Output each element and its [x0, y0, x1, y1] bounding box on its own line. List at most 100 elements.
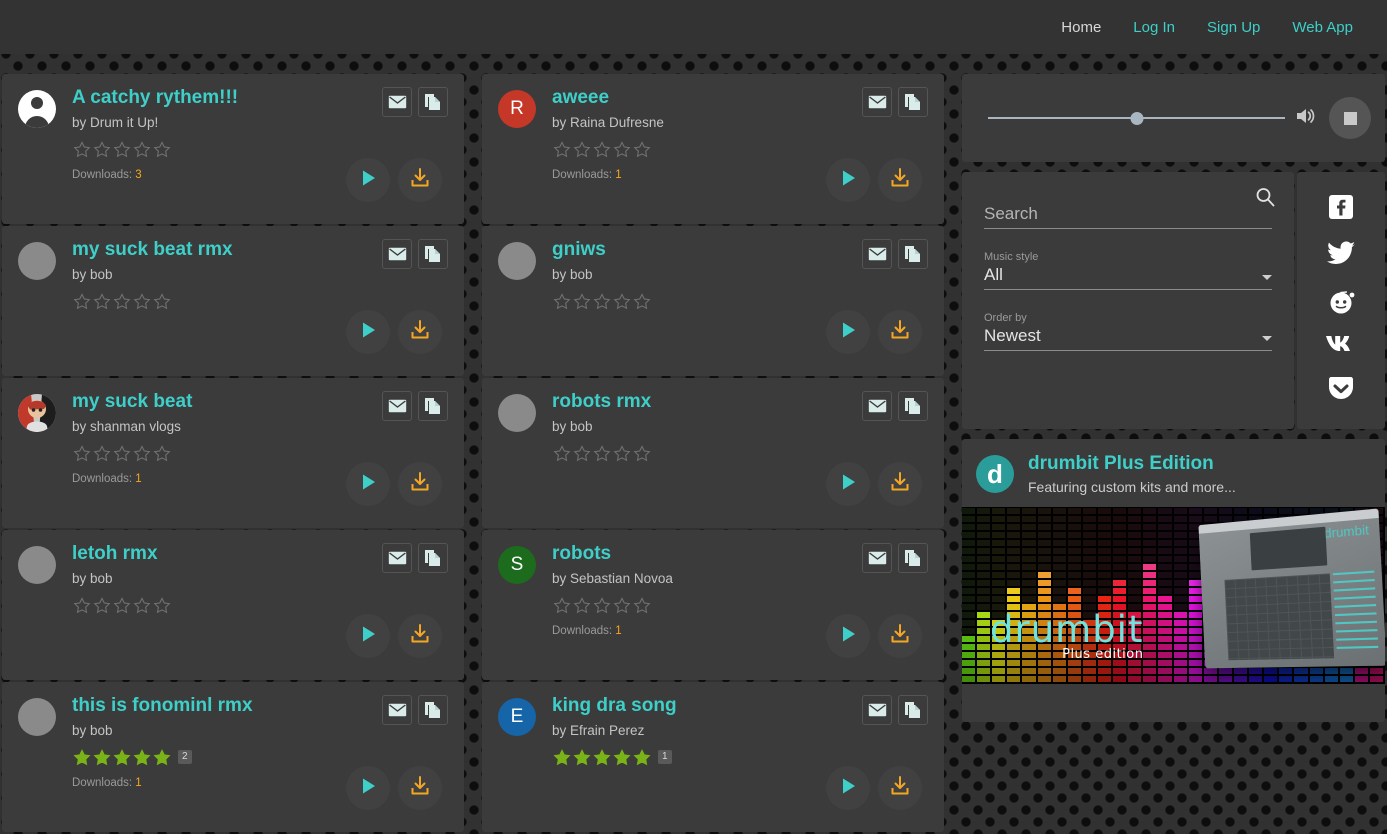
copy-button[interactable]	[418, 391, 448, 421]
order-by-field[interactable]: Order by Newest	[984, 312, 1272, 351]
play-button[interactable]	[826, 310, 870, 354]
star-icon[interactable]	[612, 293, 632, 310]
star-icon[interactable]	[632, 293, 652, 310]
play-button[interactable]	[346, 310, 390, 354]
star-icon[interactable]	[632, 749, 652, 766]
star-icon[interactable]	[92, 749, 112, 766]
star-icon[interactable]	[92, 445, 112, 462]
star-rating[interactable]	[72, 141, 448, 158]
download-button[interactable]	[398, 310, 442, 354]
track-card[interactable]: Eking dra song by Efrain Perez 1	[482, 682, 944, 832]
avatar[interactable]: R	[498, 90, 536, 128]
copy-button[interactable]	[898, 695, 928, 725]
star-icon[interactable]	[612, 749, 632, 766]
drumbit-ad-panel[interactable]: d drumbit Plus Edition Featuring custom …	[962, 439, 1385, 722]
download-button[interactable]	[398, 462, 442, 506]
star-icon[interactable]	[552, 293, 572, 310]
star-icon[interactable]	[152, 749, 172, 766]
nav-signup[interactable]: Sign Up	[1207, 19, 1260, 36]
track-card[interactable]: my suck beat by shanman vlogs Downloads: 1	[2, 378, 464, 528]
track-card[interactable]: robots rmx by bob	[482, 378, 944, 528]
star-icon[interactable]	[92, 293, 112, 310]
email-button[interactable]	[862, 87, 892, 117]
star-icon[interactable]	[612, 141, 632, 158]
star-icon[interactable]	[572, 597, 592, 614]
search-field[interactable]: Search	[984, 204, 1272, 229]
star-rating[interactable]	[72, 597, 448, 614]
star-icon[interactable]	[592, 749, 612, 766]
download-button[interactable]	[398, 158, 442, 202]
star-icon[interactable]	[592, 293, 612, 310]
star-icon[interactable]	[72, 445, 92, 462]
search-input[interactable]: Search	[984, 204, 1038, 224]
track-card[interactable]: Srobots by Sebastian Novoa Downloads: 1	[482, 530, 944, 680]
play-button[interactable]	[826, 766, 870, 810]
volume-slider-thumb[interactable]	[1130, 111, 1143, 125]
email-button[interactable]	[382, 543, 412, 573]
star-rating[interactable]: 1	[552, 749, 928, 766]
play-button[interactable]	[346, 766, 390, 810]
star-icon[interactable]	[152, 141, 172, 158]
download-button[interactable]	[878, 614, 922, 658]
copy-button[interactable]	[418, 239, 448, 269]
copy-button[interactable]	[418, 543, 448, 573]
star-rating[interactable]	[552, 597, 928, 614]
copy-button[interactable]	[898, 391, 928, 421]
star-icon[interactable]	[572, 141, 592, 158]
track-card[interactable]: gniws by bob	[482, 226, 944, 376]
nav-login[interactable]: Log In	[1133, 19, 1175, 36]
twitter-icon[interactable]	[1326, 241, 1356, 272]
download-button[interactable]	[878, 158, 922, 202]
volume-slider[interactable]	[988, 109, 1285, 127]
play-button[interactable]	[346, 614, 390, 658]
star-rating[interactable]	[72, 445, 448, 462]
avatar[interactable]	[498, 394, 536, 432]
star-icon[interactable]	[572, 293, 592, 310]
avatar[interactable]	[498, 242, 536, 280]
star-icon[interactable]	[72, 141, 92, 158]
play-button[interactable]	[826, 462, 870, 506]
avatar[interactable]	[18, 90, 56, 128]
track-card[interactable]: Raweee by Raina Dufresne Downloads: 1	[482, 74, 944, 224]
email-button[interactable]	[862, 391, 892, 421]
play-button[interactable]	[826, 614, 870, 658]
star-icon[interactable]	[612, 445, 632, 462]
star-icon[interactable]	[592, 445, 612, 462]
star-icon[interactable]	[612, 597, 632, 614]
star-icon[interactable]	[552, 445, 572, 462]
star-icon[interactable]	[132, 749, 152, 766]
email-button[interactable]	[382, 695, 412, 725]
music-style-select[interactable]: All	[984, 265, 1272, 290]
ad-title[interactable]: drumbit Plus Edition	[1028, 453, 1236, 475]
play-button[interactable]	[346, 158, 390, 202]
star-rating[interactable]	[552, 293, 928, 310]
email-button[interactable]	[382, 391, 412, 421]
star-icon[interactable]	[152, 597, 172, 614]
star-icon[interactable]	[552, 141, 572, 158]
star-icon[interactable]	[552, 597, 572, 614]
reddit-icon[interactable]	[1326, 286, 1356, 319]
star-icon[interactable]	[152, 445, 172, 462]
avatar[interactable]	[18, 546, 56, 584]
star-icon[interactable]	[632, 597, 652, 614]
star-rating[interactable]: 2	[72, 749, 448, 766]
avatar[interactable]	[18, 242, 56, 280]
star-rating[interactable]	[552, 141, 928, 158]
copy-button[interactable]	[418, 87, 448, 117]
star-icon[interactable]	[72, 597, 92, 614]
pocket-icon[interactable]	[1326, 374, 1356, 409]
avatar[interactable]: E	[498, 698, 536, 736]
volume-icon[interactable]	[1295, 106, 1317, 131]
download-button[interactable]	[878, 310, 922, 354]
star-icon[interactable]	[592, 597, 612, 614]
download-button[interactable]	[398, 766, 442, 810]
track-card[interactable]: A catchy rythem!!! by Drum it Up! Download…	[2, 74, 464, 224]
avatar[interactable]	[18, 698, 56, 736]
star-icon[interactable]	[112, 445, 132, 462]
star-icon[interactable]	[132, 445, 152, 462]
copy-button[interactable]	[898, 239, 928, 269]
track-card[interactable]: my suck beat rmx by bob	[2, 226, 464, 376]
download-button[interactable]	[878, 462, 922, 506]
avatar[interactable]: S	[498, 546, 536, 584]
vk-icon[interactable]	[1325, 333, 1357, 360]
